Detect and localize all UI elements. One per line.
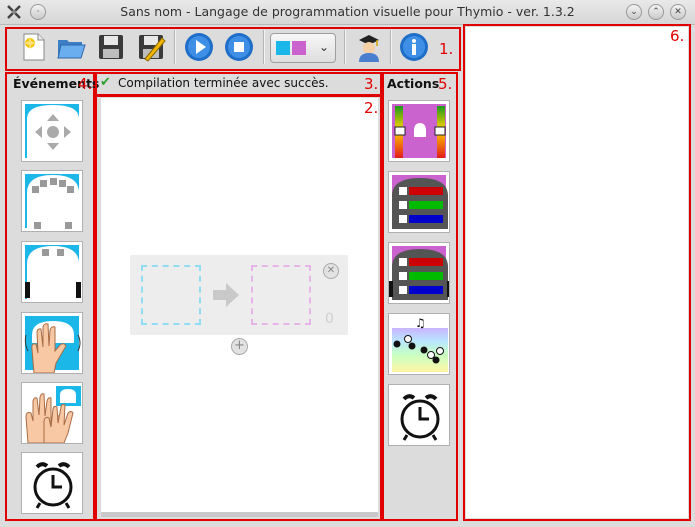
remove-pair-icon[interactable]: ✕ xyxy=(323,263,339,279)
color-scheme-dropdown[interactable]: ⌄ xyxy=(270,33,336,63)
actions-label: Actions xyxy=(387,76,440,91)
add-pair-icon[interactable]: + xyxy=(231,338,248,355)
toolbar-separator xyxy=(390,30,392,64)
chevron-down-icon: ⌄ xyxy=(319,40,330,54)
close-button[interactable]: ✕ xyxy=(670,4,686,20)
action-music-tile[interactable]: ♫ xyxy=(388,313,450,375)
action-timer-tile[interactable] xyxy=(388,384,450,446)
action-bottom-color-tile[interactable] xyxy=(388,242,450,304)
action-motors-tile[interactable] xyxy=(388,100,450,162)
event-timer-tile[interactable] xyxy=(21,452,83,514)
event-proximity-front-tile[interactable] xyxy=(21,170,83,232)
scene-scrollbar[interactable] xyxy=(101,512,378,517)
check-icon: ✔ xyxy=(100,75,111,90)
new-file-icon[interactable] xyxy=(18,31,50,63)
window-title: Sans nom - Langage de programmation visu… xyxy=(120,4,575,19)
annotation-2: 2. xyxy=(364,99,379,117)
maximize-button[interactable]: ⌃ xyxy=(648,4,664,20)
open-folder-icon[interactable] xyxy=(55,31,87,63)
action-drop-slot[interactable] xyxy=(251,265,311,325)
annotation-4: 4. xyxy=(78,75,93,93)
annotation-3: 3. xyxy=(364,75,379,93)
color-scheme-icon-pink xyxy=(292,41,306,55)
save-as-icon[interactable] xyxy=(135,31,167,63)
minimize-button[interactable]: ⌄ xyxy=(626,4,642,20)
event-drop-slot[interactable] xyxy=(141,265,201,325)
run-icon[interactable] xyxy=(183,31,215,63)
pair-number: 0 xyxy=(325,311,334,327)
svg-text:♫: ♫ xyxy=(415,316,426,330)
toolbar-separator xyxy=(174,30,176,64)
arrow-right-icon xyxy=(212,282,240,312)
advanced-mode-icon[interactable] xyxy=(353,31,385,63)
save-icon[interactable] xyxy=(95,31,127,63)
toolbar-separator xyxy=(344,30,346,64)
action-top-color-tile[interactable] xyxy=(388,171,450,233)
toolbar-separator xyxy=(263,30,265,64)
event-tap-tile[interactable] xyxy=(21,312,83,374)
compilation-status: Compilation terminée avec succès. xyxy=(118,76,329,90)
help-icon[interactable] xyxy=(398,31,430,63)
annotation-1: 1. xyxy=(439,40,454,58)
annotation-5: 5. xyxy=(438,75,453,93)
event-ground-sensors-tile[interactable] xyxy=(21,241,83,303)
stop-icon[interactable] xyxy=(223,31,255,63)
code-view[interactable] xyxy=(466,27,688,518)
color-scheme-icon xyxy=(276,41,290,55)
event-clap-tile[interactable] xyxy=(21,382,83,444)
annotation-6: 6. xyxy=(670,27,685,45)
event-buttons-tile[interactable] xyxy=(21,100,83,162)
